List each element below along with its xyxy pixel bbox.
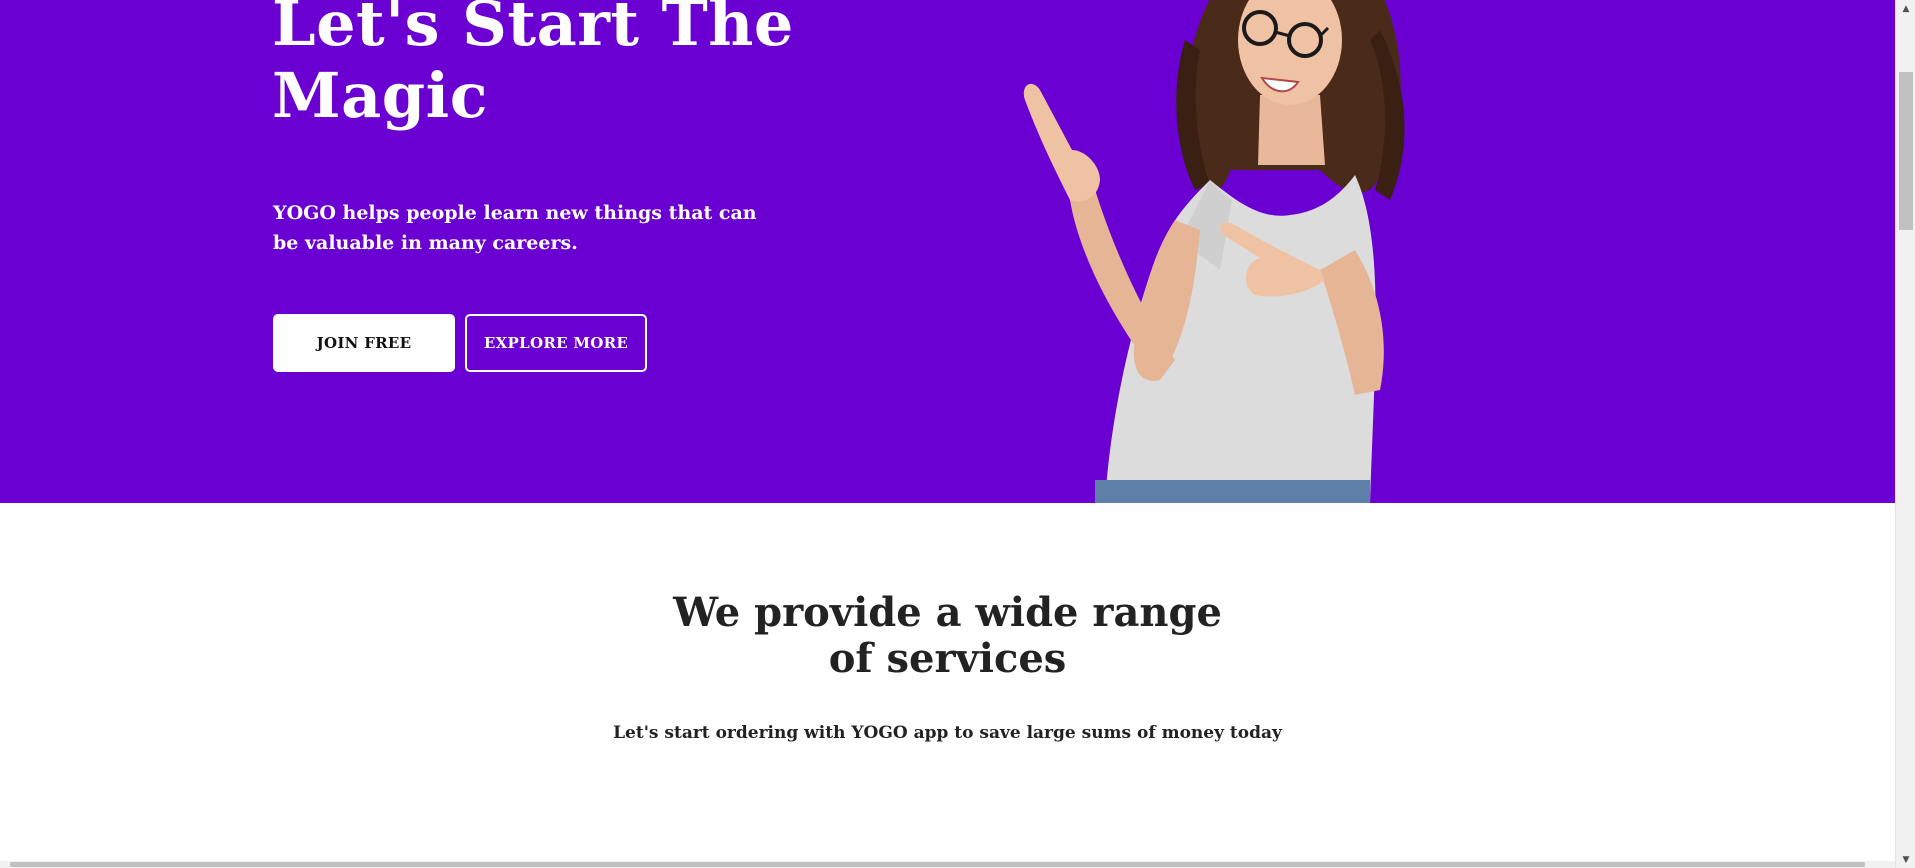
hero-description: YOGO helps people learn new things that … xyxy=(273,198,773,258)
hero-title-line-1: Let's Start The xyxy=(272,0,794,60)
join-free-button[interactable]: JOIN FREE xyxy=(273,314,455,372)
services-title: We provide a wide range of services xyxy=(0,590,1895,682)
page: Let's Start The Magic YOGO helps people … xyxy=(0,0,1895,868)
hero-woman-image xyxy=(1023,0,1405,503)
hero-description-line-1: YOGO helps people learn new things that … xyxy=(273,202,757,224)
explore-more-button[interactable]: EXPLORE MORE xyxy=(465,314,647,372)
arrow-up-icon[interactable]: ▲ xyxy=(1896,0,1915,17)
hero-title: Let's Start The Magic xyxy=(272,0,832,132)
horizontal-scrollbar-thumb[interactable] xyxy=(10,862,1865,867)
horizontal-scrollbar[interactable] xyxy=(0,861,1895,868)
services-subtitle: Let's start ordering with YOGO app to sa… xyxy=(613,723,1282,743)
hero-section: Let's Start The Magic YOGO helps people … xyxy=(0,0,1895,503)
vertical-scrollbar-thumb[interactable] xyxy=(1899,72,1913,230)
hero-title-line-2: Magic xyxy=(272,59,488,132)
vertical-scrollbar[interactable]: ▲ ▼ xyxy=(1895,0,1915,868)
services-title-line-1: We provide a wide range xyxy=(673,589,1222,636)
hero-description-line-2: be valuable in many careers. xyxy=(273,232,578,254)
services-title-line-2: of services xyxy=(828,635,1067,682)
arrow-down-icon[interactable]: ▼ xyxy=(1896,851,1915,868)
